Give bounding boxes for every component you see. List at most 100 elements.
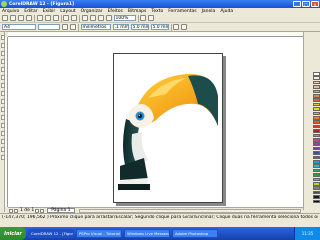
open-folder-icon[interactable] bbox=[10, 15, 16, 21]
palette-swatch[interactable] bbox=[313, 124, 320, 129]
menu-organizar[interactable]: Organizar bbox=[81, 9, 103, 14]
outline-tool-icon[interactable] bbox=[0, 139, 5, 144]
portrait-icon[interactable] bbox=[62, 24, 68, 30]
snap-to-grid-icon[interactable] bbox=[140, 15, 146, 21]
start-button[interactable]: Iniciar bbox=[0, 227, 26, 240]
crop-tool-icon[interactable] bbox=[0, 51, 5, 56]
palette-swatch[interactable] bbox=[313, 107, 320, 111]
taskbar-item-photoshop[interactable]: Adobe Photoshop bbox=[172, 229, 218, 238]
palette-swatch[interactable] bbox=[313, 199, 320, 204]
menu-texto[interactable]: Texto bbox=[151, 9, 163, 14]
menu-layout[interactable]: Layout bbox=[60, 9, 75, 14]
cut-icon[interactable] bbox=[36, 15, 43, 21]
redo-icon[interactable] bbox=[71, 15, 77, 21]
landscape-icon[interactable] bbox=[70, 24, 76, 30]
treat-as-filled-icon[interactable] bbox=[173, 24, 179, 30]
paper-size-select[interactable]: A4 bbox=[2, 24, 36, 30]
interactive-fill-tool-icon[interactable] bbox=[0, 155, 5, 160]
drawing-canvas[interactable] bbox=[8, 37, 303, 207]
palette-swatch[interactable] bbox=[313, 160, 320, 164]
taskbar-item-coreldraw[interactable]: CorelDRAW 12 - [Figura1] bbox=[28, 229, 74, 238]
menu-ferramentas[interactable]: Ferramentas bbox=[168, 9, 196, 14]
menu-janela[interactable]: Janela bbox=[202, 9, 216, 14]
paste-icon[interactable] bbox=[52, 15, 59, 21]
palette-swatch[interactable] bbox=[313, 120, 320, 124]
palette-swatch[interactable] bbox=[313, 146, 320, 151]
print-icon[interactable] bbox=[26, 15, 32, 21]
zoom-tool-icon[interactable] bbox=[0, 59, 5, 64]
export-icon[interactable] bbox=[89, 15, 96, 21]
next-page-icon[interactable] bbox=[35, 208, 40, 213]
palette-swatch[interactable] bbox=[313, 102, 320, 107]
horizontal-scrollbar[interactable] bbox=[78, 208, 301, 213]
options-icon[interactable] bbox=[148, 15, 154, 21]
palette-swatch[interactable] bbox=[313, 76, 320, 80]
palette-swatch[interactable] bbox=[313, 177, 320, 182]
duplicate-distance-y-input[interactable]: 5.0 mm bbox=[150, 24, 169, 30]
palette-swatch[interactable] bbox=[313, 116, 320, 120]
palette-swatch[interactable] bbox=[313, 72, 320, 76]
basic-shapes-tool-icon[interactable] bbox=[0, 107, 5, 112]
shape-tool-icon[interactable] bbox=[0, 43, 5, 48]
ellipse-tool-icon[interactable] bbox=[0, 91, 5, 96]
taskbar-item-pspro[interactable]: PSPro Visual - Tutorial bbox=[76, 229, 122, 238]
palette-swatch[interactable] bbox=[313, 168, 320, 173]
palette-swatch[interactable] bbox=[313, 80, 320, 85]
copy-icon[interactable] bbox=[44, 15, 51, 21]
draw-units-icon[interactable] bbox=[181, 24, 187, 30]
fill-tool-icon[interactable] bbox=[0, 147, 5, 152]
palette-swatch[interactable] bbox=[313, 155, 320, 160]
paper-width-input[interactable] bbox=[38, 24, 60, 30]
first-page-icon[interactable] bbox=[9, 208, 13, 213]
palette-swatch[interactable] bbox=[313, 151, 320, 155]
document-page[interactable] bbox=[113, 53, 223, 203]
nudge-offset-input[interactable]: .1 mm bbox=[112, 24, 129, 30]
smart-fill-tool-icon[interactable] bbox=[0, 75, 5, 80]
menu-exibir[interactable]: Exibir bbox=[43, 9, 56, 14]
eyedropper-tool-icon[interactable] bbox=[0, 131, 5, 136]
text-tool-icon[interactable] bbox=[0, 115, 5, 120]
toucan-illustration[interactable] bbox=[114, 54, 224, 204]
menu-ajuda[interactable]: Ajuda bbox=[220, 9, 233, 14]
palette-swatch[interactable] bbox=[313, 164, 320, 168]
pick-tool-icon[interactable] bbox=[0, 35, 5, 40]
minimize-button[interactable]: _ bbox=[293, 1, 301, 7]
undo-icon[interactable] bbox=[63, 15, 69, 21]
palette-swatch[interactable] bbox=[313, 195, 320, 199]
duplicate-distance-x-input[interactable]: 5.0 mm bbox=[130, 24, 149, 30]
taskbar-item-messenger[interactable]: Windows Live Messenger bbox=[124, 229, 170, 238]
palette-swatch[interactable] bbox=[313, 111, 320, 116]
units-select[interactable]: milímetros bbox=[80, 24, 111, 30]
application-launcher-icon[interactable] bbox=[97, 15, 104, 21]
corel-online-icon[interactable] bbox=[105, 15, 112, 21]
palette-swatch[interactable] bbox=[313, 85, 320, 89]
menu-bitmaps[interactable]: Bitmaps bbox=[128, 9, 146, 14]
maximize-button[interactable]: □ bbox=[302, 1, 310, 7]
toucan-eye bbox=[137, 113, 143, 119]
palette-swatch[interactable] bbox=[313, 94, 320, 98]
menu-arquivo[interactable]: Arquivo bbox=[2, 9, 19, 14]
save-icon[interactable] bbox=[18, 15, 24, 21]
previous-page-icon[interactable] bbox=[14, 208, 18, 213]
palette-swatch[interactable] bbox=[313, 129, 320, 133]
palette-swatch[interactable] bbox=[313, 133, 320, 138]
palette-swatch[interactable] bbox=[313, 173, 320, 177]
close-button[interactable]: x bbox=[311, 1, 319, 7]
zoom-level-select[interactable]: 100% bbox=[113, 15, 136, 21]
palette-swatch[interactable] bbox=[313, 138, 320, 142]
palette-swatch[interactable] bbox=[313, 186, 320, 190]
palette-swatch[interactable] bbox=[313, 182, 320, 186]
menu-efeitos[interactable]: Efeitos bbox=[108, 9, 123, 14]
menu-editar[interactable]: Editar bbox=[24, 9, 37, 14]
palette-swatch[interactable] bbox=[313, 98, 320, 102]
palette-swatch[interactable] bbox=[313, 190, 320, 195]
freehand-tool-icon[interactable] bbox=[0, 67, 5, 72]
palette-swatch[interactable] bbox=[313, 89, 320, 94]
last-page-icon[interactable] bbox=[40, 208, 45, 213]
new-document-icon[interactable] bbox=[2, 15, 8, 21]
palette-swatch[interactable] bbox=[313, 142, 320, 146]
import-icon[interactable] bbox=[81, 15, 88, 21]
polygon-tool-icon[interactable] bbox=[0, 99, 5, 104]
rectangle-tool-icon[interactable] bbox=[0, 83, 5, 88]
interactive-blend-tool-icon[interactable] bbox=[0, 123, 5, 128]
